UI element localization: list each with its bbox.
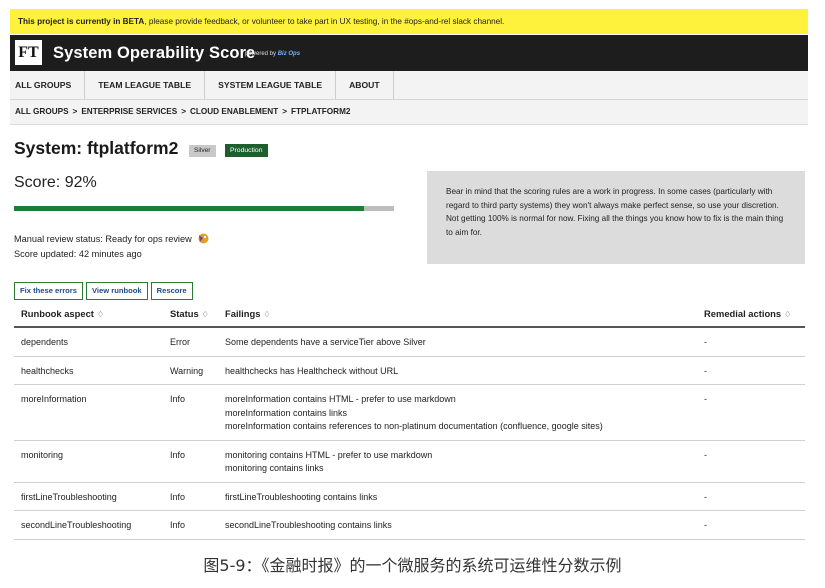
failing-line: healthchecks has Healthcheck without URL	[225, 365, 399, 376]
breadcrumb-separator: >	[72, 107, 78, 116]
tier-badge: Silver	[189, 145, 216, 157]
ft-logo[interactable]: FT	[15, 40, 42, 65]
header-status[interactable]: Status ♢	[163, 301, 218, 328]
remedial-action-cell: -	[698, 356, 805, 385]
status-cell: Warning	[163, 356, 218, 385]
app-title[interactable]: System Operability Score	[53, 35, 255, 71]
table-row: dependents Error Some dependents have a …	[14, 327, 805, 357]
failing-line: firstLineTroubleshooting contains links	[225, 491, 378, 502]
aspect-cell: firstLineTroubleshooting	[14, 482, 163, 511]
app-header: FT System Operability Score powered by B…	[10, 35, 808, 71]
status-cell: Error	[163, 327, 218, 357]
breadcrumb-ftplatform2[interactable]: FTPLATFORM2	[291, 107, 350, 116]
failing-line: monitoring contains links	[225, 463, 324, 473]
status-cell: Info	[163, 440, 218, 483]
remedial-action-cell: -	[698, 510, 805, 540]
sort-icon[interactable]: ♢	[784, 310, 791, 319]
breadcrumb-separator: >	[181, 107, 186, 116]
powered-by: powered by Biz Ops	[245, 51, 300, 57]
score-progress-bar	[14, 206, 394, 211]
table-row: firstLineTroubleshooting Info firstLineT…	[14, 482, 805, 511]
rescore-button[interactable]: Rescore	[150, 282, 193, 300]
scoring-note: Bear in mind that the scoring rules are …	[427, 171, 805, 264]
header-remedial-actions[interactable]: Remedial actions ♢	[698, 301, 805, 328]
aspect-cell: dependents	[14, 327, 163, 357]
review-status-text: Manual review status: Ready for ops revi…	[14, 234, 192, 244]
beta-banner-text: , please provide feedback, or volunteer …	[144, 17, 505, 26]
figure-caption: 图5-9：《金融时报》的一个微服务的系统可运维性分数示例	[203, 556, 622, 575]
aspect-cell: secondLineTroubleshooting	[14, 510, 163, 540]
remedial-action-cell: -	[698, 327, 805, 357]
failing-line: moreInformation contains links	[225, 407, 348, 418]
status-cell: Info	[163, 384, 218, 441]
breadcrumb-all-groups[interactable]: ALL GROUPS	[15, 107, 69, 116]
runbook-table: Runbook aspect ♢ Status ♢ Failings ♢ Remedi…	[14, 301, 805, 540]
failings-cell: healthchecks has Healthcheck without URL	[218, 356, 698, 385]
failings-cell: secondLineTroubleshooting contains links	[218, 510, 698, 540]
failing-line: moreInformation contains references to n…	[225, 421, 603, 431]
beta-banner-bold: This project is currently in BETA	[18, 17, 145, 26]
failing-line: moreInformation contains HTML - prefer t…	[225, 394, 456, 404]
sort-icon[interactable]: ♢	[97, 310, 104, 319]
status-cell: Info	[163, 510, 218, 540]
failings-cell: moreInformation contains HTML - prefer t…	[218, 384, 698, 441]
main-nav: ALL GROUPS TEAM LEAGUE TABLE SYSTEM LEAG…	[10, 71, 808, 100]
environment-badge: Production	[225, 144, 268, 157]
view-runbook-button[interactable]: View runbook	[85, 282, 148, 300]
sort-icon[interactable]: ♢	[263, 310, 270, 319]
review-icon	[198, 233, 209, 244]
page-title: System: ftplatform2	[14, 138, 179, 158]
header-label: Remedial actions	[704, 308, 782, 319]
failings-cell: Some dependents have a serviceTier above…	[218, 327, 698, 357]
failing-line: secondLineTroubleshooting contains links	[225, 520, 392, 530]
header-failings[interactable]: Failings ♢	[218, 301, 698, 328]
failings-cell: monitoring contains HTML - prefer to use…	[218, 440, 698, 483]
score-label: Score: 92%	[14, 174, 97, 191]
aspect-cell: healthchecks	[14, 356, 163, 385]
remedial-action-cell: -	[698, 440, 805, 483]
table-header-row: Runbook aspect ♢ Status ♢ Failings ♢ Remedi…	[14, 301, 805, 328]
breadcrumb-enterprise-services[interactable]: ENTERPRISE SERVICES	[81, 107, 177, 116]
table-row: moreInformation Info moreInformation con…	[14, 384, 805, 441]
header-label: Runbook aspect	[21, 308, 94, 319]
beta-banner: This project is currently in BETA, pleas…	[10, 9, 808, 34]
breadcrumb: ALL GROUPS > ENTERPRISE SERVICES > CLOUD ENA…	[10, 100, 808, 125]
aspect-cell: monitoring	[14, 440, 163, 483]
fix-errors-button[interactable]: Fix these errors	[14, 282, 83, 300]
breadcrumb-cloud-enablement[interactable]: CLOUD ENABLEMENT	[190, 107, 278, 116]
table-row: secondLineTroubleshooting Info secondLin…	[14, 510, 805, 540]
nav-team-league-table[interactable]: TEAM LEAGUE TABLE	[85, 71, 206, 99]
score-updated: Score updated: 42 minutes ago	[14, 249, 142, 259]
failing-line: Some dependents have a serviceTier above…	[225, 337, 426, 347]
breadcrumb-separator: >	[282, 107, 288, 116]
score-progress-fill	[14, 206, 364, 211]
header-label: Failings	[225, 308, 261, 319]
nav-all-groups[interactable]: ALL GROUPS	[10, 71, 86, 99]
nav-about[interactable]: ABOUT	[336, 71, 394, 99]
header-label: Status	[170, 308, 199, 319]
table-row: healthchecks Warning healthchecks has He…	[14, 356, 805, 385]
failings-cell: firstLineTroubleshooting contains links	[218, 482, 698, 511]
header-runbook-aspect[interactable]: Runbook aspect ♢	[14, 301, 163, 328]
status-cell: Info	[163, 482, 218, 511]
table-row: monitoring Info monitoring contains HTML…	[14, 440, 805, 483]
powered-by-brand[interactable]: Biz Ops	[278, 51, 300, 57]
aspect-cell: moreInformation	[14, 384, 163, 441]
nav-system-league-table[interactable]: SYSTEM LEAGUE TABLE	[205, 71, 337, 99]
powered-by-label: powered by	[245, 51, 277, 57]
remedial-action-cell: -	[698, 384, 805, 441]
sort-icon[interactable]: ♢	[202, 310, 209, 319]
review-status: Manual review status: Ready for ops revi…	[14, 232, 210, 244]
remedial-action-cell: -	[698, 482, 805, 511]
action-buttons: Fix these errors View runbook Rescore	[14, 282, 193, 300]
failing-line: monitoring contains HTML - prefer to use…	[225, 449, 433, 460]
